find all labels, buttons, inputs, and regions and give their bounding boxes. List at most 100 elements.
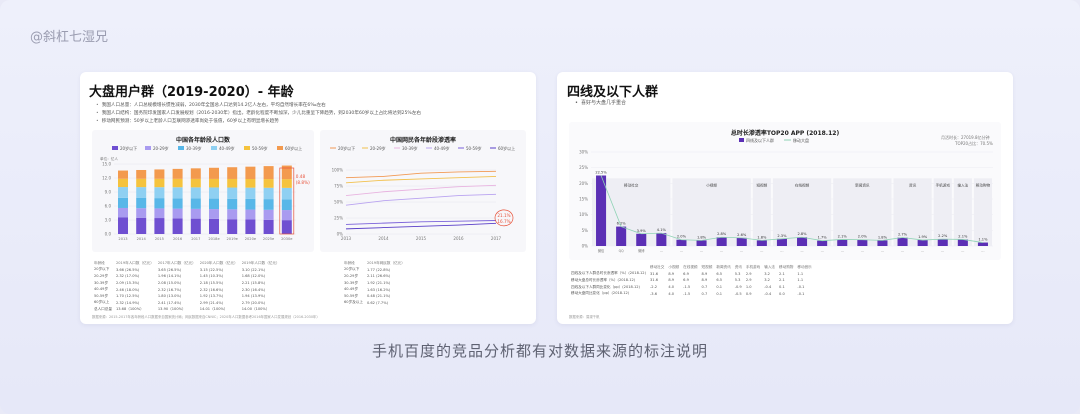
column-header: 2017年人口数（亿元） [157,260,196,265]
bar [917,240,928,246]
data-label: 2.8% [797,232,807,236]
footnote: 数据来源：2015-2017年各年龄段人口数据来自国家统计局；网民数据来自CNN… [92,315,320,319]
table-cell: 1.63 (16.2%) [366,287,391,292]
column-header: 手机游戏 [745,264,761,269]
bar-segment [172,218,183,234]
bar-segment [172,198,183,209]
group-block [973,178,992,246]
bar [797,237,808,246]
table-cell: 1.92 (13.7%) [199,294,224,299]
table-cell: 40-49岁 [94,287,109,292]
table-cell: -0.4 [764,285,772,290]
bar [676,239,687,246]
tick-label: 6.0 [105,204,112,209]
bullet-item: 我国人口结构：国务院印发国家人口发展规划（2016-2030年）指出，老龄化程度… [96,110,526,118]
column-header: 移动社交 [650,264,665,269]
table-cell: 2.32 (14.9%) [115,300,140,305]
table-cell: 2.30 (16.4%) [241,287,266,292]
table-cell: 1.92 (21.1%) [366,281,391,286]
x-tick-label: ... [780,249,783,253]
bar-segment [154,208,165,219]
table-row: 四线及以下人群同比变化（pp）(2018.12) -2.2 4.0 -1.5 0.7 0.… [569,284,814,291]
table-cell: 总人口总量 [94,306,112,311]
legend-swatch [277,146,283,150]
table-cell: 4.0 [668,291,675,296]
data-label: 2.1% [958,234,968,238]
legend-label: 40-49岁 [219,145,235,151]
table-cell: 30-39岁 [94,280,109,285]
table-cell: 1.1 [797,278,804,283]
table-cell: 2.11 (26.6%) [366,274,391,279]
data-label: 6.2% [617,222,627,226]
bar-segment [245,179,256,188]
bar-segment [172,208,183,219]
penetration-line-panel: 中国网民各年龄段渗透率 20岁以下 20-29岁 30-39岁 40-49岁 50-59… [320,130,526,252]
table-row: 20岁以下 1.77 (22.8%) [342,267,407,274]
table-cell: 2.09 (15.3%) [115,281,140,286]
bar-segment [281,179,292,188]
column-header: 资讯 [734,264,742,269]
tick-label: 5% [582,228,589,233]
bar-segment [227,167,238,179]
group-label: 资讯 [909,182,917,187]
legend-swatch [211,146,217,150]
column-header: 输入法 [764,264,776,269]
column-header: 2019年网民数（亿元） [366,260,405,265]
table-row: 20岁以下 3.66 (26.5%) 3.65 (26.5%) 3.15 (22.5%… [92,267,282,274]
table-cell: 3.10 (22.1%) [241,267,266,272]
table-cell: 5.3 [734,278,741,283]
table-row: 60岁以上 2.32 (14.9%) 2.41 (17.4%) 2.99 (21.4%… [92,300,282,307]
legend-label: 40-49岁 [434,145,450,151]
bar-segment [190,208,201,219]
data-label: 22.5% [595,171,607,175]
table-row: 移动大盘同比变化（pp）(2018.12) -3.6 4.0 -1.5 0.7 0.1 -0… [569,290,814,297]
legend-label: 四线及以下人群 [746,137,774,143]
table-cell: 2.9 [745,271,752,276]
annotation: 16.7% [497,219,510,224]
x-tick-label: 2013 [118,237,127,241]
data-label: 2.8% [717,232,727,236]
table-cell: 31.6 [650,278,659,283]
table-row: 20-29岁 2.11 (26.6%) [342,273,407,280]
annotation: 0.48 [296,174,306,179]
bar-segment [245,198,256,210]
bar-segment [118,217,128,234]
bar-segment [245,219,256,234]
legend-label: 50-59岁 [466,145,482,151]
table-cell: 2.99 (21.4%) [199,300,224,305]
table-cell: 6.5 [716,271,723,276]
bar-segment [190,187,201,199]
column-header: 在线视频 [683,264,698,269]
slide-left: 大盘用户群（2019-2020）- 年龄 我国人口总量：人口总规模增长惯性减弱，… [80,72,536,324]
legend-label: 60岁以上 [285,145,302,151]
bar-segment [281,199,292,211]
population-bar-panel: 中国各年龄段人口数 20岁以下 20-29岁 30-39岁 40-49岁 50-59岁 6… [92,130,314,252]
table-cell: 60岁以上 [94,300,110,305]
x-tick-label: 2025e [263,237,275,241]
bar [937,239,948,246]
table-row: 50-59岁 0.48 (21.1%) [342,293,407,300]
table-row: 30-39岁 1.92 (21.1%) [342,280,407,287]
netizen-table: 年龄段 2019年网民数（亿元） 20岁以下 1.77 (22.8%) 20-29岁 2.… [342,260,407,306]
table-row: 50-59岁 1.70 (12.5%) 1.80 (13.0%) 1.92 (13.7… [92,293,282,300]
x-tick-label: 2015 [416,236,427,241]
data-label: 1.7% [818,236,828,240]
table-cell: 2.32 (17.0%) [115,274,140,279]
table-cell: 50-59岁 [344,293,359,298]
bar-segment [227,198,238,210]
table-cell: 2.08 (15.0%) [157,281,182,286]
table-cell: 0.0 [779,291,785,296]
table-cell: 60岁及以上 [344,300,363,305]
group-label: 移动社交 [624,182,639,187]
bar-segment [136,178,147,188]
bar-segment [227,219,238,234]
watermark: @斜杠七湿兄 [30,30,109,45]
x-tick-label: 2017 [191,237,200,241]
table-row: 移动大盘总时长渗透率（%）(2018.12) 31.6 8.9 6.9 8.9 6.5 5.… [569,277,814,284]
legend-label: 移动大盘 [793,137,809,143]
bar [616,226,627,246]
data-label: 2.1% [838,234,848,238]
table-cell: -1.5 [683,285,691,290]
tick-label: 0% [582,244,589,249]
tick-label: 25% [334,216,343,221]
